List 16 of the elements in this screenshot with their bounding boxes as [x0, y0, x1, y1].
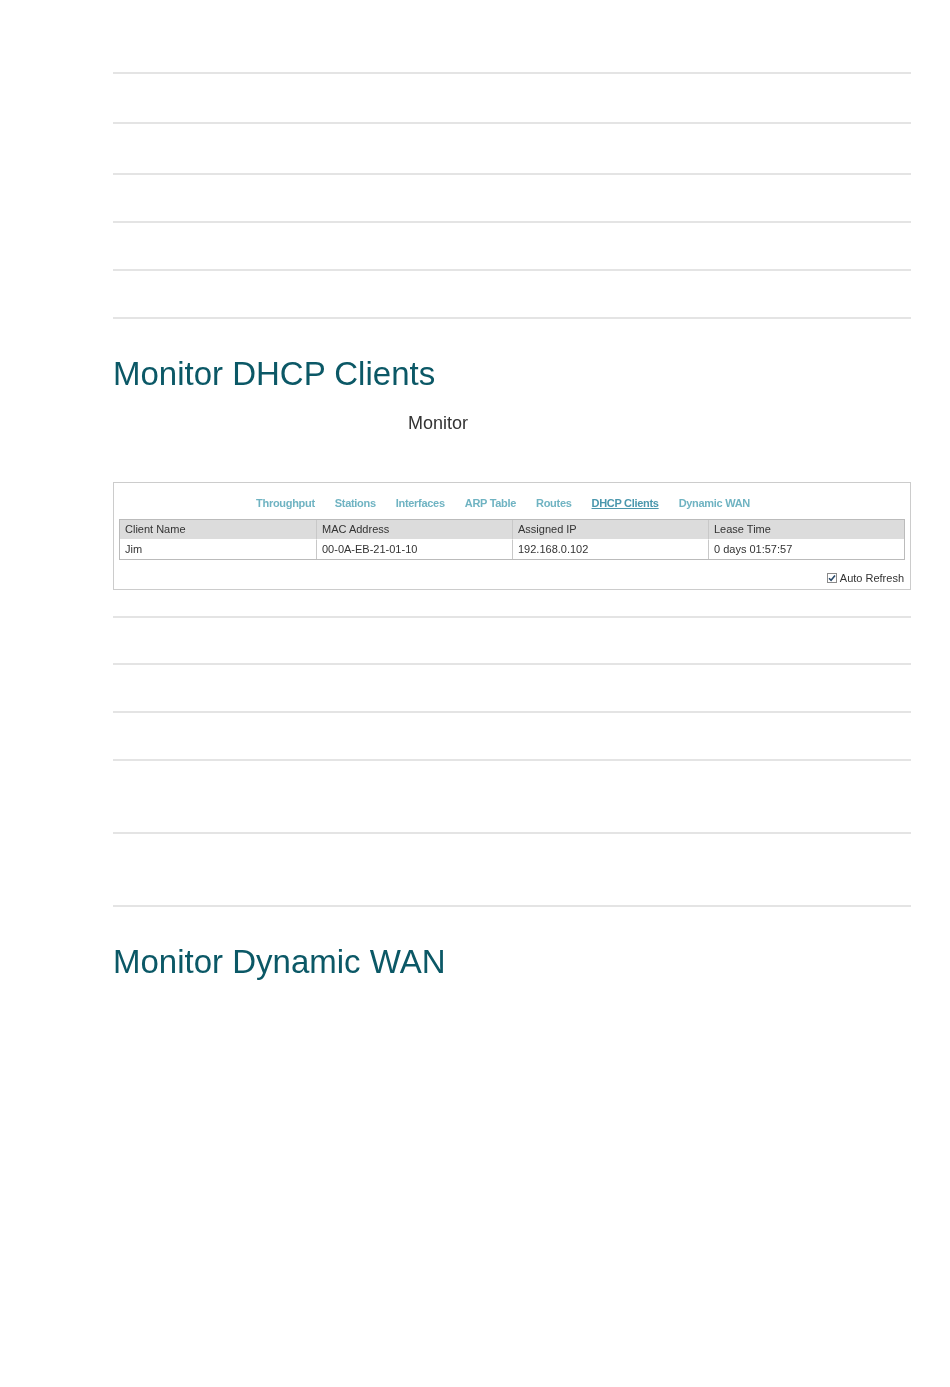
- nav-link[interactable]: DHCP Clients: [591, 495, 659, 511]
- instruction-text: Monitor: [408, 412, 469, 435]
- auto-refresh-checkbox[interactable]: [826, 573, 837, 583]
- section-heading: Monitor DHCP Clients: [113, 354, 436, 394]
- auto-refresh-label: Auto Refresh: [839, 571, 904, 585]
- nav-link[interactable]: Throughput: [256, 495, 315, 511]
- column-header: Lease Time: [708, 520, 904, 539]
- nav-link[interactable]: Dynamic WAN: [678, 495, 750, 511]
- nav-link[interactable]: ARP Table: [464, 495, 517, 511]
- nav-link[interactable]: Routes: [536, 495, 572, 511]
- column-header: MAC Address: [316, 520, 512, 539]
- column-header: Client Name: [120, 520, 316, 539]
- column-header: Assigned IP: [512, 520, 708, 539]
- nav-link[interactable]: Interfaces: [395, 495, 445, 511]
- section-heading: Monitor Dynamic WAN: [113, 942, 446, 982]
- nav-link[interactable]: Stations: [334, 495, 376, 511]
